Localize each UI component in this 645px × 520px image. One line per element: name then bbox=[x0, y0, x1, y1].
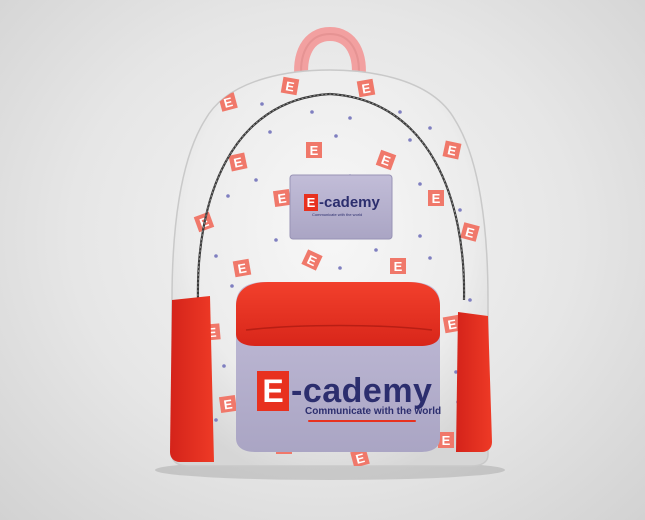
pattern-dot bbox=[260, 102, 264, 106]
pattern-dot bbox=[418, 234, 422, 238]
pattern-dot bbox=[428, 126, 432, 130]
small-patch-tagline: Communicate with the world bbox=[312, 212, 363, 217]
svg-text:E: E bbox=[442, 433, 451, 448]
small-patch-logo: E -cademy bbox=[304, 191, 384, 213]
front-logo-letter: E bbox=[257, 371, 289, 411]
pattern-dot bbox=[310, 110, 314, 114]
pattern-dot bbox=[338, 266, 342, 270]
pattern-dot bbox=[348, 116, 352, 120]
small-logo-letter: E bbox=[304, 193, 318, 211]
pattern-dot bbox=[214, 254, 218, 258]
pattern-e-tile: E bbox=[306, 142, 322, 158]
pattern-dot bbox=[374, 248, 378, 252]
pattern-e-tile: E bbox=[428, 190, 444, 206]
backpack-illustration: EEEEEEEEEEEEEEEEEEEE bbox=[155, 26, 505, 480]
tagline-underline bbox=[308, 420, 416, 422]
pattern-dot bbox=[418, 182, 422, 186]
svg-text:E: E bbox=[310, 143, 319, 158]
pattern-dot bbox=[222, 364, 226, 368]
pattern-dot bbox=[254, 178, 258, 182]
pattern-e-tile: E bbox=[442, 140, 462, 160]
pattern-dot bbox=[398, 110, 402, 114]
right-side-pocket bbox=[456, 312, 492, 452]
front-pocket-tagline: Communicate with the world bbox=[305, 406, 442, 417]
svg-text:E: E bbox=[432, 191, 441, 206]
pattern-dot bbox=[274, 238, 278, 242]
pattern-e-tile: E bbox=[232, 258, 252, 278]
pattern-e-tile: E bbox=[356, 78, 376, 98]
pattern-e-tile: E bbox=[390, 258, 406, 274]
pattern-dot bbox=[458, 208, 462, 212]
pattern-e-tile: E bbox=[218, 394, 238, 414]
front-pocket-flap bbox=[236, 282, 440, 346]
pattern-dot bbox=[408, 138, 412, 142]
pattern-dot bbox=[268, 130, 272, 134]
front-brand-name: -cademy bbox=[291, 371, 433, 410]
pattern-dot bbox=[214, 418, 218, 422]
left-side-pocket bbox=[170, 296, 214, 462]
backpack-scene: EEEEEEEEEEEEEEEEEEEE E -cademy Communica… bbox=[0, 0, 645, 520]
pattern-dot bbox=[468, 298, 472, 302]
pattern-dot bbox=[226, 194, 230, 198]
svg-text:E: E bbox=[394, 259, 403, 274]
pattern-e-tile: E bbox=[228, 152, 248, 172]
pattern-dot bbox=[334, 134, 338, 138]
pattern-e-tile: E bbox=[280, 76, 300, 96]
pattern-dot bbox=[230, 284, 234, 288]
pattern-e-tile: E bbox=[272, 188, 292, 208]
small-brand-name: -cademy bbox=[319, 193, 380, 211]
pattern-dot bbox=[428, 256, 432, 260]
pattern-e-tile: E bbox=[438, 432, 454, 448]
